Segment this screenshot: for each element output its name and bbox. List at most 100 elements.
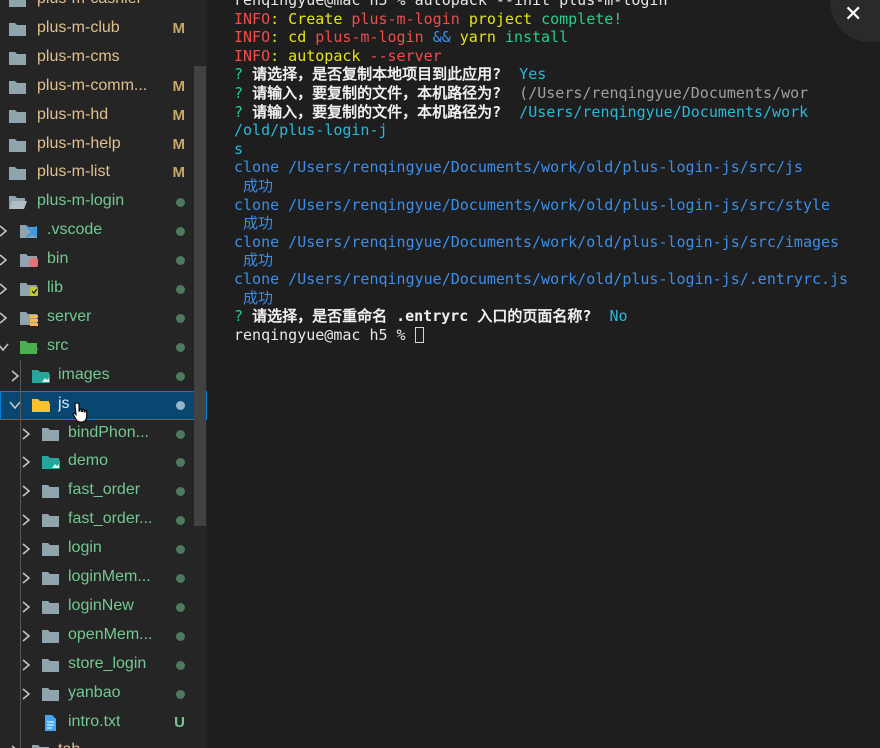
terminal-line: clone /Users/renqingyue/Documents/work/o… (234, 196, 830, 214)
terminal-line: 成功 (234, 289, 273, 307)
terminal-text: project (468, 9, 542, 28)
terminal-text: 请输入，要复制的文件，本机路径为? (252, 84, 511, 102)
folder-icon (41, 656, 61, 674)
chevron-right-icon[interactable] (19, 427, 33, 441)
chevron-right-icon[interactable] (19, 687, 33, 701)
sidebar-scrollbar[interactable] (194, 66, 206, 526)
tree-item-label: bin (47, 250, 69, 268)
chevron-right-icon[interactable] (0, 311, 10, 325)
tree-item[interactable]: fast_order (0, 477, 207, 506)
tree-item[interactable]: tab... (0, 737, 207, 748)
terminal-text: ? (234, 307, 253, 326)
tree-item-label: loginMem... (68, 568, 151, 585)
tree-item[interactable]: bin (0, 246, 207, 275)
text-file-icon (41, 714, 61, 732)
git-status-dot (176, 429, 185, 439)
chevron-right-icon[interactable] (19, 629, 33, 643)
vscode-folder-icon (19, 222, 39, 240)
git-status-dot (176, 285, 185, 294)
terminal-text: 请输入，要复制的文件，本机路径为? (252, 102, 511, 121)
tree-item[interactable]: yanbao (0, 680, 207, 709)
git-status-dot (176, 342, 185, 352)
tree-item[interactable]: plus-m-list M (0, 159, 207, 188)
indent-guide (20, 360, 21, 748)
tree-item-label: plus-m-comm... (37, 76, 148, 94)
tree-item[interactable]: openMem... (0, 622, 207, 651)
terminal-line: 成功 (234, 177, 273, 195)
tree-item[interactable]: loginMem... (0, 564, 207, 593)
tree-item[interactable]: src (0, 333, 207, 362)
git-status-dot (176, 198, 185, 208)
tree-item[interactable]: plus-m-login (0, 188, 207, 217)
tree-item[interactable]: plus-m-help M (0, 131, 207, 160)
close-button[interactable]: ✕ (830, 0, 880, 42)
tree-item-label: src (47, 336, 69, 354)
tree-item[interactable]: js (0, 390, 207, 420)
terminal-text: complete! (541, 9, 623, 28)
folder-icon (41, 482, 61, 500)
terminal-text: install (504, 28, 569, 47)
git-status-dot (176, 545, 185, 555)
git-status-dot (176, 227, 185, 237)
tree-item[interactable]: login (0, 535, 207, 564)
terminal-text: clone /Users/renqingyue/Documents/work/o… (234, 158, 803, 177)
terminal-text: /Users/renqingyue/Documents/work (510, 102, 809, 121)
tree-item[interactable]: .vscode (0, 217, 207, 246)
tree-item-label: plus-m-hd (37, 105, 109, 123)
tree-item[interactable]: lib (0, 275, 207, 304)
tree-item[interactable]: demo (0, 448, 207, 477)
tree-item[interactable]: images (0, 362, 207, 391)
folder-icon (41, 598, 61, 616)
terminal-text: plus-m-login (351, 9, 469, 28)
terminal-text: INFO (234, 46, 271, 65)
chevron-right-icon[interactable] (19, 542, 33, 556)
lib-folder-icon (19, 280, 39, 298)
chevron-right-icon[interactable] (19, 455, 33, 469)
chevron-right-icon[interactable] (0, 253, 10, 267)
tree-item[interactable]: bindPhon... (0, 420, 207, 449)
chevron-right-icon[interactable] (0, 282, 10, 296)
terminal-line: renqingyue@mac h5 % autopack --init plus… (234, 0, 667, 9)
tree-item-label: plus-m-list (37, 163, 110, 181)
chevron-right-icon[interactable] (19, 600, 33, 614)
terminal-cursor (414, 326, 424, 343)
folder-icon (8, 49, 28, 67)
terminal-text: : cd (270, 28, 316, 47)
terminal-text: clone /Users/renqingyue/Documents/work/o… (234, 195, 831, 214)
terminal-text: 请选择，是否复制本地项目到此应用? (252, 65, 511, 84)
tree-item[interactable]: plus-m-comm... M (0, 73, 207, 102)
git-status-dot (176, 516, 185, 526)
terminal-panel[interactable]: renqingyue@mac h5 % autopack --init plus… (207, 0, 880, 748)
explorer-sidebar: plus-m-cashier plus-m-club Mplus-m-cms plus… (0, 0, 207, 748)
tree-item[interactable]: plus-m-cashier (0, 0, 207, 15)
tree-item-label: store_login (68, 654, 147, 672)
terminal-text: ? (234, 102, 253, 121)
chevron-right-icon[interactable] (19, 571, 33, 585)
bin-folder-icon (19, 251, 39, 269)
chevron-right-icon[interactable] (19, 513, 33, 527)
git-status-badge: U (174, 713, 185, 731)
tree-item-label: plus-m-help (37, 134, 121, 152)
tree-item[interactable]: plus-m-cms (0, 44, 207, 73)
tree-item-label: plus-m-login (37, 192, 125, 210)
close-icon[interactable]: ✕ (844, 4, 862, 26)
chevron-right-icon[interactable] (19, 484, 33, 498)
git-status-dot (176, 487, 185, 497)
tree-item[interactable]: intro.txt U (0, 709, 207, 738)
tree-item[interactable]: plus-m-hd M (0, 102, 207, 131)
chevron-right-icon[interactable] (19, 658, 33, 672)
terminal-line: 成功 (234, 214, 273, 232)
tree-item[interactable]: loginNew (0, 593, 207, 622)
git-status-dot (176, 660, 185, 670)
terminal-line: INFO: Create plus-m-login project comple… (234, 10, 622, 28)
terminal-text: && (432, 28, 460, 47)
tree-item[interactable]: plus-m-club M (0, 15, 207, 44)
git-status-dot (176, 313, 185, 323)
tree-item[interactable]: fast_order... (0, 506, 207, 535)
tree-item[interactable]: server (0, 304, 207, 333)
folder-icon (8, 107, 28, 125)
tree-item[interactable]: store_login (0, 651, 207, 680)
chevron-right-icon[interactable] (0, 224, 10, 238)
git-status-dot (176, 574, 185, 583)
chevron-down-icon[interactable] (0, 340, 10, 354)
